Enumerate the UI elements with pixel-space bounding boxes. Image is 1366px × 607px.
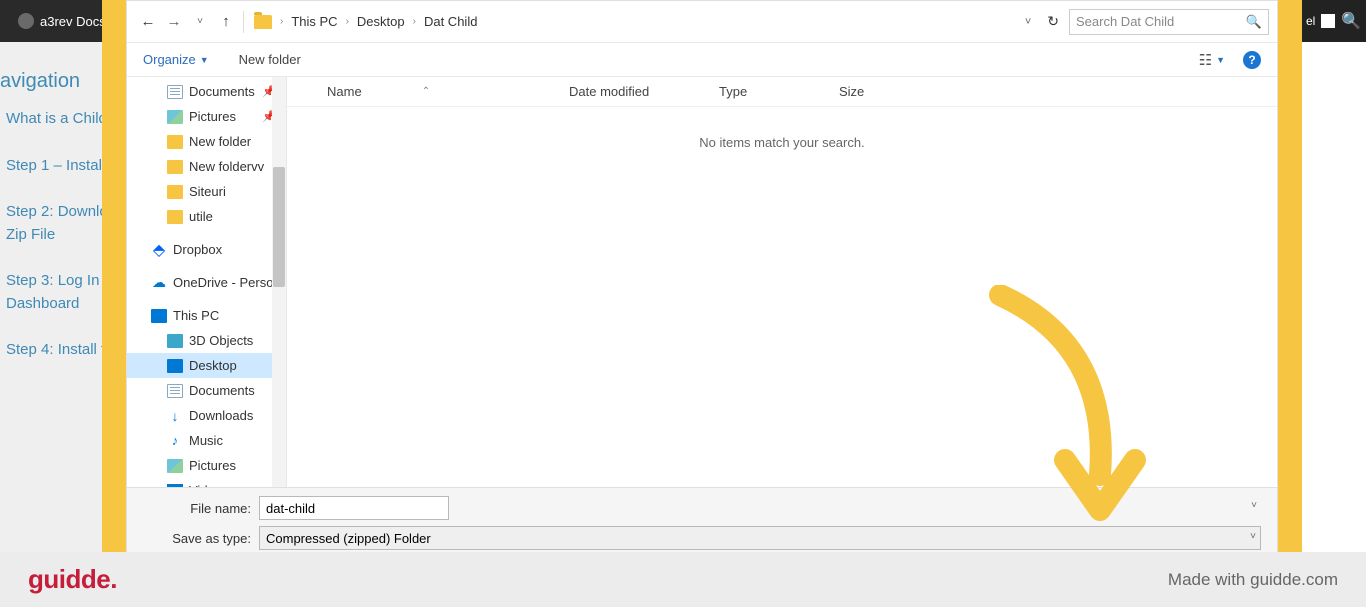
organize-label: Organize xyxy=(143,52,196,67)
column-date[interactable]: Date modified xyxy=(557,77,707,106)
tree-item-this-pc[interactable]: This PC xyxy=(127,303,286,328)
tree-item-pictures[interactable]: Pictures📌 xyxy=(127,104,286,129)
tree-item-label: Documents xyxy=(189,383,255,398)
forward-button: → xyxy=(161,9,187,35)
footer: guidde. Made with guidde.com xyxy=(0,552,1366,607)
file-name-input[interactable] xyxy=(259,496,449,520)
column-type[interactable]: Type xyxy=(707,77,827,106)
tree-item-label: Pictures xyxy=(189,109,236,124)
column-name[interactable]: Name ⌃ xyxy=(287,77,557,106)
tree-item-3d-objects[interactable]: 3D Objects xyxy=(127,328,286,353)
save-type-value: Compressed (zipped) Folder xyxy=(266,531,431,546)
search-input[interactable]: Search Dat Child 🔍 xyxy=(1069,9,1269,35)
guidde-logo: guidde. xyxy=(28,564,117,595)
tree-item-label: Downloads xyxy=(189,408,253,423)
tree-item-documents[interactable]: Documents xyxy=(127,378,286,403)
site-title: a3rev Docs xyxy=(40,14,106,29)
search-icon: 🔍 xyxy=(1341,11,1361,31)
tree-item-label: OneDrive - Person xyxy=(173,275,281,290)
tree-item-videos[interactable]: Videos xyxy=(127,478,286,487)
tree-scrollbar[interactable] xyxy=(272,77,286,487)
tree-item-label: Dropbox xyxy=(173,242,222,257)
save-type-select[interactable]: Compressed (zipped) Folder ˅ xyxy=(259,526,1261,550)
divider xyxy=(243,11,244,33)
file-explorer-window: ← → ˅ ↑ › This PC › Desktop › Dat Child … xyxy=(126,0,1278,552)
search-icon: 🔍 xyxy=(1246,14,1262,30)
tree-item-new-foldervv[interactable]: New foldervv xyxy=(127,154,286,179)
tree-item-desktop[interactable]: Desktop xyxy=(127,353,286,378)
tree-item-onedrive---person[interactable]: ☁OneDrive - Person xyxy=(127,270,286,295)
column-name-label: Name xyxy=(327,84,362,99)
chevron-right-icon: › xyxy=(278,16,285,27)
site-logo-icon xyxy=(18,13,34,29)
made-with-label: Made with guidde.com xyxy=(1168,570,1338,590)
column-headers: Name ⌃ Date modified Type Size xyxy=(287,77,1277,107)
new-folder-button[interactable]: New folder xyxy=(239,52,301,67)
search-placeholder: Search Dat Child xyxy=(1076,14,1174,29)
organize-button[interactable]: Organize ▼ xyxy=(143,52,209,67)
breadcrumb[interactable]: Dat Child xyxy=(418,14,483,29)
chevron-right-icon: › xyxy=(411,16,418,27)
tree-item-label: utile xyxy=(189,209,213,224)
view-icon: ☷ xyxy=(1199,51,1212,69)
toolbar: Organize ▼ New folder ☷ ▼ ? xyxy=(127,43,1277,77)
annotation-bar-left xyxy=(102,0,126,552)
folder-icon xyxy=(254,15,272,29)
chevron-right-icon: › xyxy=(344,16,351,27)
empty-message: No items match your search. xyxy=(287,135,1277,150)
tree-item-dropbox[interactable]: ⬘Dropbox xyxy=(127,237,286,262)
main-area: Documents📌Pictures📌 New folder New folderv… xyxy=(127,77,1277,487)
tree-item-documents[interactable]: Documents📌 xyxy=(127,79,286,104)
background-nav-heading: avigation xyxy=(0,70,80,93)
tree-item-downloads[interactable]: ↓Downloads xyxy=(127,403,286,428)
breadcrumb[interactable]: This PC xyxy=(285,14,343,29)
up-button[interactable]: ↑ xyxy=(213,9,239,35)
breadcrumb[interactable]: Desktop xyxy=(351,14,411,29)
background-header-right: el🔍 xyxy=(1302,0,1366,42)
recent-dropdown[interactable]: ˅ xyxy=(187,9,213,35)
address-dropdown[interactable]: ˅ xyxy=(1019,16,1037,28)
view-options-button[interactable]: ☷ ▼ xyxy=(1199,51,1225,69)
tree-item-utile[interactable]: utile xyxy=(127,204,286,229)
tree-item-label: This PC xyxy=(173,308,219,323)
tree-item-new-folder[interactable]: New folder xyxy=(127,129,286,154)
tree-item-label: Siteuri xyxy=(189,184,226,199)
tree-item-pictures[interactable]: Pictures xyxy=(127,453,286,478)
file-name-label: File name: xyxy=(143,501,259,516)
chevron-down-icon: ▼ xyxy=(200,55,209,65)
chevron-down-icon: ▼ xyxy=(1216,55,1225,65)
content-pane: Name ⌃ Date modified Type Size No items … xyxy=(287,77,1277,487)
tree-item-label: Pictures xyxy=(189,458,236,473)
tree-item-siteuri[interactable]: Siteuri xyxy=(127,179,286,204)
tree-item-label: Documents xyxy=(189,84,255,99)
chevron-down-icon: ˅ xyxy=(1250,531,1256,542)
address-bar: ← → ˅ ↑ › This PC › Desktop › Dat Child … xyxy=(127,1,1277,43)
tree-item-music[interactable]: ♪Music xyxy=(127,428,286,453)
sort-indicator-icon: ⌃ xyxy=(422,86,430,97)
help-button[interactable]: ? xyxy=(1243,51,1261,69)
back-button[interactable]: ← xyxy=(135,9,161,35)
tree-item-label: New foldervv xyxy=(189,159,264,174)
annotation-bar-right xyxy=(1278,0,1302,552)
refresh-button[interactable]: ↻ xyxy=(1037,13,1069,30)
scrollbar-thumb[interactable] xyxy=(273,167,285,287)
tree-item-label: New folder xyxy=(189,134,251,149)
tree-item-label: Music xyxy=(189,433,223,448)
tree-item-label: 3D Objects xyxy=(189,333,253,348)
column-size[interactable]: Size xyxy=(827,77,937,106)
tree-item-label: Desktop xyxy=(189,358,237,373)
navigation-tree: Documents📌Pictures📌 New folder New folderv… xyxy=(127,77,287,487)
avatar-icon xyxy=(1321,14,1335,28)
save-type-label: Save as type: xyxy=(143,531,259,546)
tree-item-label: Videos xyxy=(189,483,229,487)
chevron-down-icon[interactable]: ˅ xyxy=(1251,500,1257,511)
